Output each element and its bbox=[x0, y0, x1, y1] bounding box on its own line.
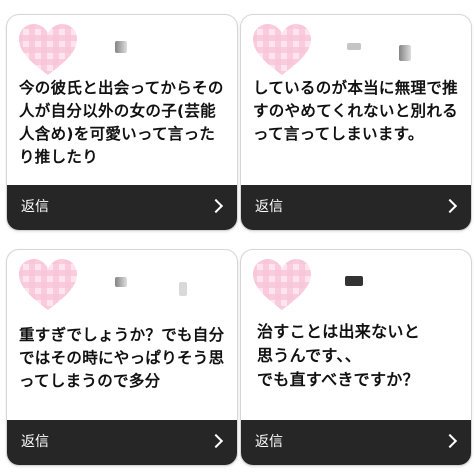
sender-name-blurred bbox=[345, 276, 363, 286]
heart-icon bbox=[17, 23, 79, 77]
reply-button[interactable]: 返信 bbox=[7, 420, 237, 465]
sender-name-blurred bbox=[115, 277, 127, 287]
message-card: 重すぎでしょうか？でも自分ではその時にやっぱりそう思ってしまうので多分 返信 bbox=[7, 250, 237, 465]
sender-name-blurred bbox=[115, 41, 127, 53]
message-text: しているのが本当に無理で推すのやめてくれないと別れるって言ってしまいます。 bbox=[253, 79, 458, 143]
message-text: 治すことは出来ないと 思うんです、、 でも直すべきですか？ bbox=[257, 322, 421, 389]
message-text: 重すぎでしょうか？でも自分ではその時にやっぱりそう思ってしまうので多分 bbox=[19, 326, 225, 390]
message-card: 今の彼氏と出会ってからその人が自分以外の女の子(芸能人含め)を可愛いって言ったり… bbox=[7, 15, 237, 230]
message-text: 今の彼氏と出会ってからその人が自分以外の女の子(芸能人含め)を可愛いって言ったり… bbox=[19, 79, 224, 166]
sender-name-blurred bbox=[399, 45, 411, 61]
reply-button[interactable]: 返信 bbox=[241, 420, 471, 465]
sender-name-blurred bbox=[347, 43, 361, 50]
reply-button[interactable]: 返信 bbox=[7, 185, 237, 230]
reply-label: 返信 bbox=[21, 199, 49, 215]
message-card: しているのが本当に無理で推すのやめてくれないと別れるって言ってしまいます。 返信 bbox=[241, 15, 471, 230]
chevron-right-icon bbox=[208, 198, 224, 214]
heart-icon bbox=[251, 23, 313, 77]
sender-name-blurred bbox=[179, 282, 187, 296]
reply-label: 返信 bbox=[255, 434, 283, 450]
chevron-right-icon bbox=[442, 433, 458, 449]
reply-button[interactable]: 返信 bbox=[241, 185, 471, 230]
heart-icon bbox=[17, 258, 79, 312]
chevron-right-icon bbox=[208, 433, 224, 449]
reply-label: 返信 bbox=[21, 434, 49, 450]
chevron-right-icon bbox=[442, 198, 458, 214]
reply-label: 返信 bbox=[255, 199, 283, 215]
heart-icon bbox=[251, 258, 313, 312]
message-card: 治すことは出来ないと 思うんです、、 でも直すべきですか？ 返信 bbox=[241, 250, 471, 465]
